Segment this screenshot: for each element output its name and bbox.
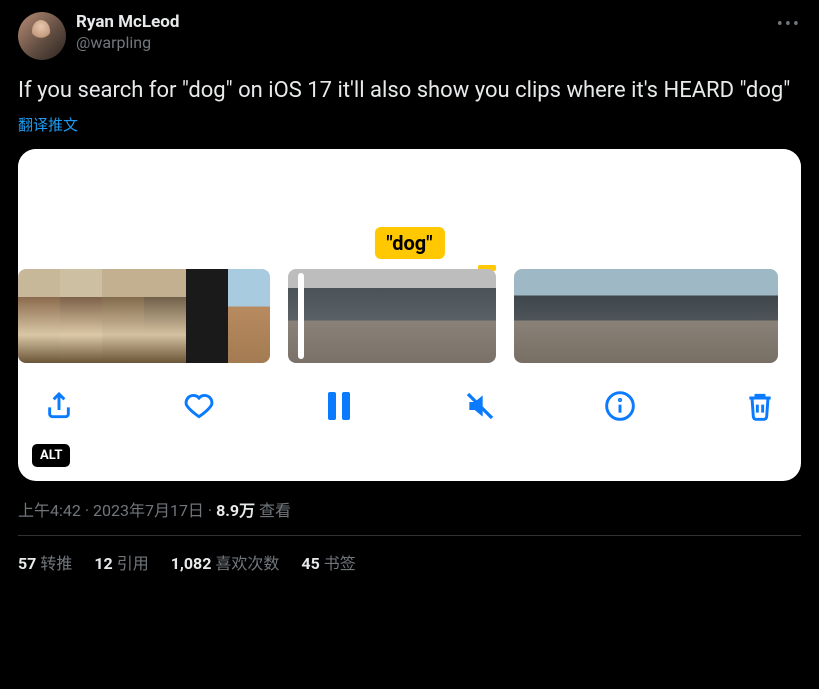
clip-group[interactable] [288, 269, 496, 363]
timeline-frame [734, 269, 778, 363]
caption-keyword-label: "dog" [374, 227, 444, 259]
timeline-frame [288, 269, 340, 363]
quotes-count: 12 [94, 554, 112, 573]
divider [18, 535, 801, 536]
bookmarks-count: 45 [301, 554, 319, 573]
tweet-date[interactable]: 2023年7月17日 [93, 501, 204, 520]
translate-link[interactable]: 翻译推文 [18, 114, 801, 135]
avatar[interactable] [18, 12, 66, 60]
media-top: "dog" [18, 149, 801, 269]
timeline-frame [646, 269, 690, 363]
retweets-label: 转推 [40, 554, 72, 573]
quotes-label: 引用 [117, 554, 149, 573]
bookmarks-stat[interactable]: 45 书签 [301, 550, 355, 574]
share-icon[interactable] [42, 389, 76, 423]
author-handle[interactable]: @warpling [76, 33, 179, 53]
likes-stat[interactable]: 1,082喜欢次数 [171, 550, 280, 574]
likes-label: 喜欢次数 [215, 554, 279, 573]
timeline-frame [340, 269, 392, 363]
mute-icon[interactable] [463, 389, 497, 423]
alt-badge[interactable]: ALT [32, 444, 70, 467]
media-card[interactable]: "dog" [18, 149, 801, 481]
timeline-frame [102, 269, 144, 363]
author-name[interactable]: Ryan McLeod [76, 12, 179, 33]
clip-group[interactable] [18, 269, 270, 363]
tweet-header: Ryan McLeod @warpling ••• [18, 12, 801, 60]
info-icon[interactable] [603, 389, 637, 423]
likes-count: 1,082 [171, 554, 212, 573]
timeline-frame [514, 269, 558, 363]
tweet-time[interactable]: 上午4:42 [18, 501, 81, 520]
timeline-frame [690, 269, 734, 363]
video-timeline[interactable] [18, 269, 801, 363]
timeline-frame [392, 269, 444, 363]
tweet-text: If you search for "dog" on iOS 17 it'll … [18, 76, 801, 106]
clip-group[interactable] [514, 269, 778, 363]
timeline-frame [444, 269, 496, 363]
retweets-stat[interactable]: 57转推 [18, 550, 72, 574]
views-count: 8.9万 [216, 501, 255, 520]
timeline-frame [18, 269, 60, 363]
bookmarks-label: 书签 [324, 554, 356, 573]
quotes-stat[interactable]: 12 引用 [94, 550, 148, 574]
timeline-frame [558, 269, 602, 363]
media-toolbar [18, 363, 801, 441]
more-button[interactable]: ••• [777, 14, 801, 35]
pause-icon[interactable] [322, 389, 356, 423]
views-label: 查看 [259, 501, 291, 520]
retweets-count: 57 [18, 554, 36, 573]
timeline-frame [144, 269, 186, 363]
timeline-frame [186, 269, 228, 363]
timeline-frame [602, 269, 646, 363]
author-block: Ryan McLeod @warpling [76, 12, 179, 53]
timeline-frame [228, 269, 270, 363]
stats-row: 57转推 12 引用 1,082喜欢次数 45 书签 [18, 550, 801, 574]
trash-icon[interactable] [743, 389, 777, 423]
heart-icon[interactable] [182, 389, 216, 423]
timeline-frame [60, 269, 102, 363]
meta-row: 上午4:42 · 2023年7月17日 · 8.9万 查看 [18, 497, 801, 521]
